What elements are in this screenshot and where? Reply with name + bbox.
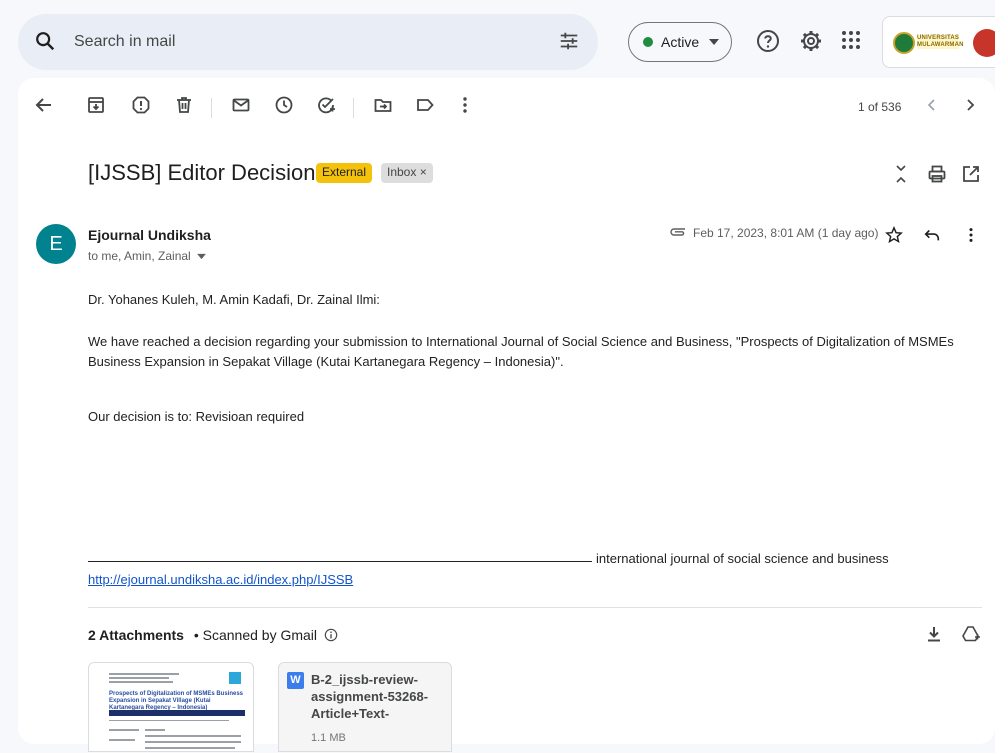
apps-grid-icon[interactable] [840, 29, 862, 51]
email-greeting: Dr. Yohanes Kuleh, M. Amin Kadafi, Dr. Z… [88, 292, 380, 307]
report-spam-icon[interactable] [131, 95, 151, 115]
download-all-icon[interactable] [924, 624, 944, 644]
attachment-clip-icon [670, 228, 685, 236]
more-vert-icon[interactable] [455, 95, 475, 115]
thumb-line [109, 681, 173, 683]
more-vert-icon[interactable] [962, 226, 980, 244]
status-button[interactable]: Active [628, 22, 732, 62]
account-switcher[interactable]: UNIVERSITAS MULAWARMAN [882, 16, 995, 68]
chevron-down-icon[interactable] [197, 253, 206, 260]
thumb-line [145, 735, 241, 737]
toolbar-divider [211, 98, 212, 118]
pagination-count: 1 of 536 [858, 100, 902, 114]
info-icon[interactable] [324, 628, 338, 642]
word-file-icon: W [287, 672, 304, 689]
add-to-drive-icon[interactable] [961, 624, 981, 644]
attachment-card-pdf[interactable]: Prospects of Digitalization of MSMEs Bus… [88, 662, 254, 752]
thumb-line [109, 677, 169, 679]
star-icon[interactable] [885, 226, 903, 244]
recipients-text: to me, Amin, Zainal [88, 249, 191, 263]
mark-unread-icon[interactable] [231, 95, 251, 115]
thumb-line [145, 729, 165, 731]
journal-name: international journal of social science … [596, 551, 889, 566]
inbox-label[interactable]: Inbox × [381, 163, 433, 183]
email-paragraph: We have reached a decision regarding you… [88, 334, 954, 369]
chevron-right-icon[interactable] [963, 95, 977, 115]
chevron-down-icon [709, 39, 719, 45]
search-input[interactable] [74, 28, 514, 56]
active-status-dot [643, 37, 653, 47]
label-icon[interactable] [415, 95, 435, 115]
snooze-clock-icon[interactable] [274, 95, 294, 115]
archive-icon[interactable] [86, 95, 106, 115]
university-logo [893, 32, 915, 54]
email-date: Feb 17, 2023, 8:01 AM (1 day ago) [693, 226, 879, 240]
scanned-label: • Scanned by Gmail [193, 627, 318, 643]
status-label: Active [661, 34, 700, 50]
thumb-line [145, 741, 241, 743]
attachments-header: 2 Attachments • Scanned by Gmail [88, 627, 338, 643]
back-arrow-icon[interactable] [34, 95, 54, 115]
email-subject: [IJSSB] Editor Decision [88, 160, 316, 185]
university-name: UNIVERSITAS MULAWARMAN [917, 35, 964, 49]
print-icon[interactable] [927, 164, 947, 184]
thumb-author-bar [109, 710, 245, 716]
help-icon[interactable] [756, 29, 780, 53]
thumb-line [109, 739, 135, 741]
attachment-filesize: 1.1 MB [311, 732, 346, 744]
thumb-paper-title: Prospects of Digitalization of MSMEs Bus… [109, 691, 244, 711]
attachments-divider [88, 607, 982, 608]
thumb-line [109, 729, 139, 731]
move-to-folder-icon[interactable] [373, 95, 393, 115]
search-options-icon[interactable] [558, 30, 580, 52]
attachments-count: 2 Attachments [88, 627, 184, 643]
settings-gear-icon[interactable] [799, 29, 823, 53]
reply-icon[interactable] [923, 226, 941, 244]
sender-name[interactable]: Ejournal Undiksha [88, 227, 211, 243]
avatar [973, 29, 995, 57]
toolbar-divider [353, 98, 354, 118]
thumb-line [145, 747, 235, 749]
thumb-line [109, 673, 179, 675]
delete-icon[interactable] [174, 95, 194, 115]
sender-avatar[interactable]: E [36, 224, 76, 264]
attachment-filename: B-2_ijssb-review-assignment-53268-Articl… [311, 672, 429, 721]
thumb-line [109, 720, 229, 721]
email-decision: Our decision is to: Revisioan required [88, 409, 305, 424]
attachment-card-doc[interactable]: W B-2_ijssb-review-assignment-53268-Arti… [278, 662, 452, 752]
external-label: External [316, 163, 373, 183]
signature-divider [88, 561, 592, 562]
expand-collapse-icon[interactable] [894, 163, 908, 185]
chevron-left-icon[interactable] [925, 95, 939, 115]
open-in-new-window-icon[interactable] [961, 164, 981, 184]
search-bar[interactable] [18, 14, 598, 70]
search-icon[interactable] [34, 30, 56, 52]
add-task-icon[interactable] [316, 95, 336, 115]
journal-link[interactable]: http://ejournal.undiksha.ac.id/index.php… [88, 572, 353, 587]
recipients[interactable]: to me, Amin, Zainal [88, 249, 206, 263]
journal-cover-icon [229, 672, 241, 684]
